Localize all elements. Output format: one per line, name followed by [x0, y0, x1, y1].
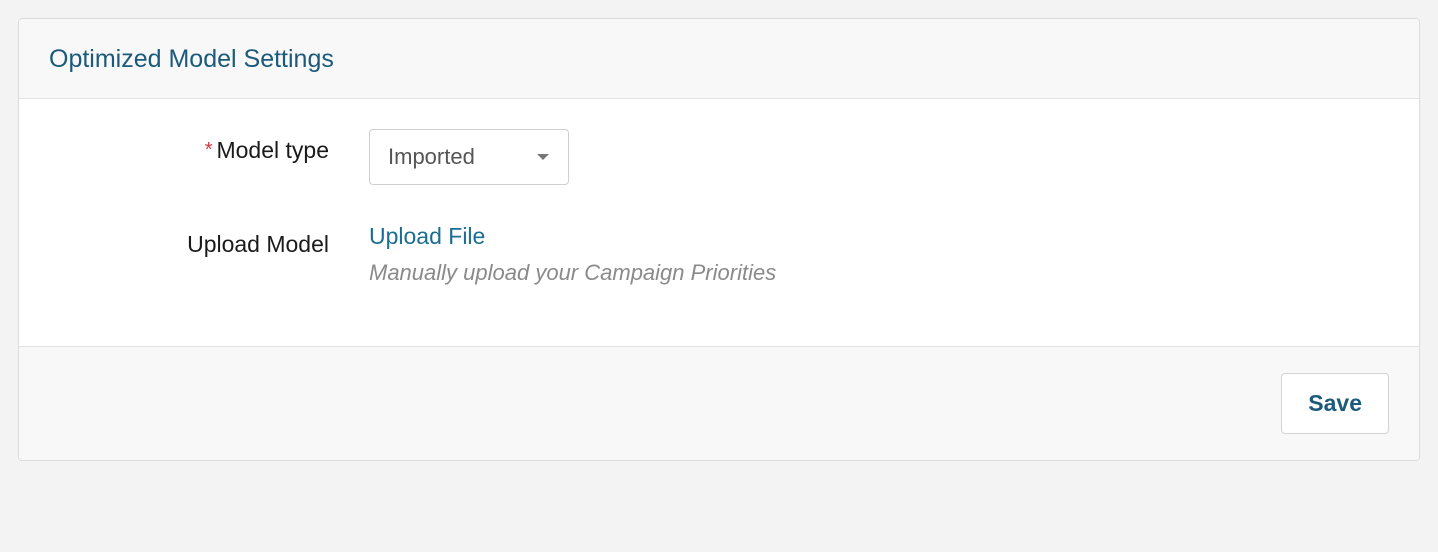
- panel-header: Optimized Model Settings: [19, 19, 1419, 99]
- chevron-down-icon: [536, 153, 550, 161]
- model-type-select[interactable]: Imported: [369, 129, 569, 185]
- panel-footer: Save: [19, 346, 1419, 460]
- panel-body: *Model type Imported Upload Model Upload…: [19, 99, 1419, 346]
- required-indicator: *: [205, 139, 213, 161]
- upload-model-label-col: Upload Model: [49, 223, 369, 258]
- model-type-selected-value: Imported: [388, 144, 522, 170]
- settings-panel: Optimized Model Settings *Model type Imp…: [18, 18, 1420, 461]
- model-type-label: *Model type: [205, 137, 329, 163]
- model-type-label-col: *Model type: [49, 129, 369, 164]
- model-type-label-text: Model type: [216, 137, 329, 163]
- panel-title: Optimized Model Settings: [49, 45, 1389, 74]
- model-type-row: *Model type Imported: [49, 129, 1389, 185]
- upload-model-help-text: Manually upload your Campaign Priorities: [369, 260, 1389, 286]
- upload-file-link[interactable]: Upload File: [369, 223, 485, 250]
- upload-model-label: Upload Model: [187, 231, 329, 257]
- upload-model-field-col: Upload File Manually upload your Campaig…: [369, 223, 1389, 286]
- upload-model-row: Upload Model Upload File Manually upload…: [49, 223, 1389, 286]
- save-button[interactable]: Save: [1281, 373, 1389, 434]
- model-type-field-col: Imported: [369, 129, 1389, 185]
